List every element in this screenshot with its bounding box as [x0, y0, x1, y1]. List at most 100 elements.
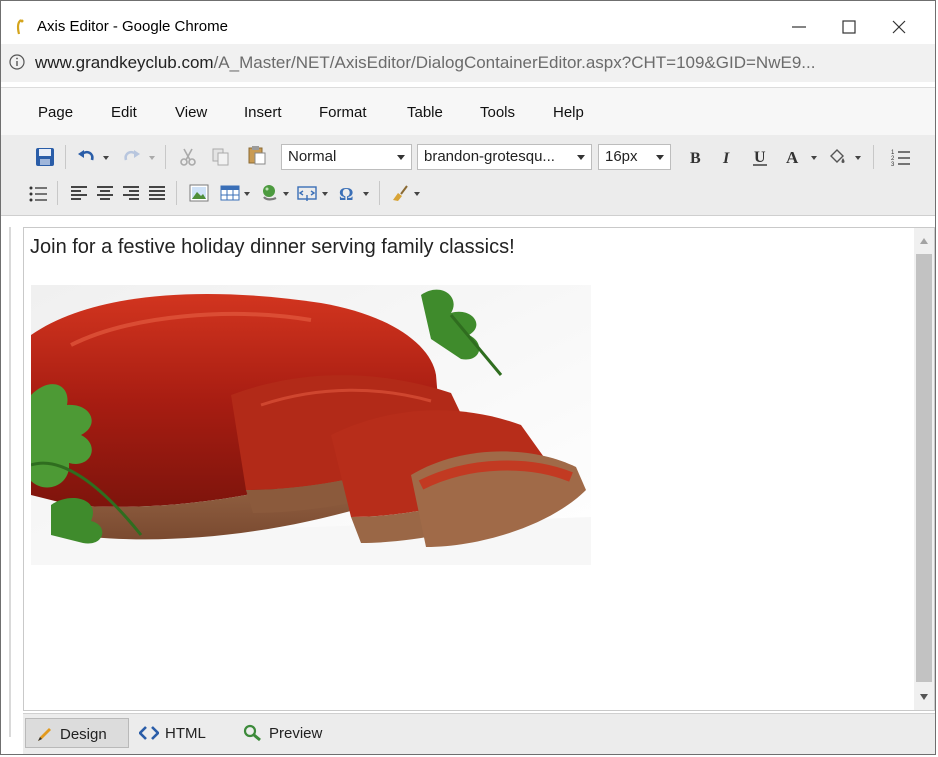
code-brackets-icon — [139, 726, 159, 740]
address-bar[interactable]: www.grandkeyclub.com/A_Master/NET/AxisEd… — [1, 44, 935, 82]
minimize-button[interactable] — [779, 11, 819, 43]
italic-icon: I — [722, 150, 730, 167]
highlight-color-icon — [830, 149, 845, 163]
mode-bar: Design HTML Preview — [23, 713, 935, 754]
page-url[interactable]: www.grandkeyclub.com/A_Master/NET/AxisEd… — [35, 53, 815, 73]
link-dropdown-icon[interactable] — [283, 192, 289, 196]
scroll-up-arrow-icon[interactable] — [920, 238, 928, 244]
cut-icon — [180, 148, 196, 166]
paragraph-format-select[interactable]: Normal — [281, 144, 412, 170]
insert-media-icon — [297, 186, 317, 201]
bold-icon: B — [690, 150, 701, 167]
preview-mode-label: Preview — [269, 725, 323, 742]
insert-table-icon — [220, 185, 240, 201]
design-mode-tab[interactable]: Design — [25, 718, 129, 748]
toolbar-separator — [379, 181, 380, 205]
italic-button[interactable]: I — [718, 147, 738, 167]
highlight-dropdown-icon[interactable] — [855, 156, 861, 160]
menu-tools[interactable]: Tools — [480, 104, 515, 121]
editor-content-area[interactable]: Join for a festive holiday dinner servin… — [23, 227, 935, 711]
format-stripper-dropdown-icon[interactable] — [414, 192, 420, 196]
svg-text:A: A — [786, 148, 799, 167]
paste-icon — [248, 146, 266, 165]
underline-button[interactable]: U — [750, 147, 770, 167]
menu-edit[interactable]: Edit — [111, 104, 137, 121]
special-character-button[interactable]: Ω — [337, 183, 357, 203]
insert-link-icon — [263, 185, 277, 201]
meatloaf-photo[interactable] — [31, 285, 591, 565]
paste-button[interactable] — [247, 145, 267, 165]
media-dropdown-icon[interactable] — [322, 192, 328, 196]
highlight-color-button[interactable] — [827, 147, 847, 167]
minimize-icon — [792, 26, 806, 28]
scroll-down-arrow-icon[interactable] — [920, 694, 928, 700]
menu-view[interactable]: View — [175, 104, 207, 121]
font-name-value: brandon-grotesqu... — [424, 148, 555, 165]
insert-link-button[interactable] — [259, 183, 279, 203]
align-left-button[interactable] — [69, 183, 89, 203]
redo-dropdown-icon[interactable] — [149, 156, 155, 160]
info-icon[interactable] — [9, 54, 25, 70]
close-button[interactable] — [879, 11, 919, 43]
font-size-value: 16px — [605, 148, 638, 165]
toolbar-separator — [873, 145, 874, 169]
undo-icon — [78, 150, 94, 161]
toolbar-separator — [165, 145, 166, 169]
html-mode-label: HTML — [165, 725, 206, 742]
font-color-button[interactable]: A — [783, 147, 803, 167]
preview-mode-tab[interactable]: Preview — [241, 718, 341, 748]
menu-help[interactable]: Help — [553, 104, 584, 121]
paragraph-format-value: Normal — [288, 148, 337, 165]
font-size-select[interactable]: 16px — [598, 144, 671, 170]
redo-button[interactable] — [121, 147, 141, 167]
insert-media-button[interactable] — [297, 183, 317, 203]
vertical-scrollbar[interactable] — [914, 228, 934, 710]
toolbar-separator — [176, 181, 177, 205]
svg-text:I: I — [722, 150, 730, 167]
table-dropdown-icon[interactable] — [244, 192, 250, 196]
insert-image-button[interactable] — [189, 183, 209, 203]
chevron-down-icon — [656, 155, 664, 160]
bold-button[interactable]: B — [686, 147, 706, 167]
url-path: /A_Master/NET/AxisEditor/DialogContainer… — [213, 53, 816, 72]
copy-button[interactable] — [211, 147, 231, 167]
scrollbar-thumb[interactable] — [916, 254, 932, 682]
menu-table[interactable]: Table — [407, 104, 443, 121]
menu-insert[interactable]: Insert — [244, 104, 282, 121]
insert-table-button[interactable] — [220, 183, 240, 203]
special-character-icon: Ω — [339, 184, 353, 203]
save-icon — [36, 148, 54, 166]
align-center-button[interactable] — [95, 183, 115, 203]
menu-format[interactable]: Format — [319, 104, 367, 121]
menu-page[interactable]: Page — [38, 104, 73, 121]
redo-icon — [124, 150, 140, 161]
svg-text:Ω: Ω — [339, 184, 353, 203]
url-domain: www.grandkeyclub.com — [35, 53, 214, 72]
ordered-list-button[interactable]: 1 2 3 — [891, 147, 911, 167]
chevron-down-icon — [577, 155, 585, 160]
menu-bar: Page Edit View Insert Format Table Tools… — [1, 87, 935, 136]
format-stripper-button[interactable] — [390, 183, 410, 203]
svg-text:B: B — [690, 150, 701, 167]
window-left-edge — [9, 227, 11, 737]
maximize-button[interactable] — [829, 11, 869, 43]
undo-button[interactable] — [77, 147, 97, 167]
font-color-dropdown-icon[interactable] — [811, 156, 817, 160]
unordered-list-button[interactable] — [28, 183, 48, 203]
font-name-select[interactable]: brandon-grotesqu... — [417, 144, 592, 170]
editor-toolbar: Normal brandon-grotesqu... 16px B I U A — [1, 135, 935, 216]
align-right-button[interactable] — [121, 183, 141, 203]
underline-icon: U — [753, 149, 767, 166]
editor-lead-text[interactable]: Join for a festive holiday dinner servin… — [30, 236, 515, 259]
magnifier-icon — [243, 724, 261, 742]
justify-button[interactable] — [147, 183, 167, 203]
undo-dropdown-icon[interactable] — [103, 156, 109, 160]
browser-window: Axis Editor - Google Chrome www.grandkey… — [0, 0, 936, 755]
save-button[interactable] — [35, 147, 55, 167]
cut-button[interactable] — [178, 147, 198, 167]
format-stripper-icon — [393, 185, 408, 201]
html-mode-tab[interactable]: HTML — [137, 718, 217, 748]
design-mode-label: Design — [60, 726, 107, 743]
maximize-icon — [842, 20, 856, 34]
special-character-dropdown-icon[interactable] — [363, 192, 369, 196]
